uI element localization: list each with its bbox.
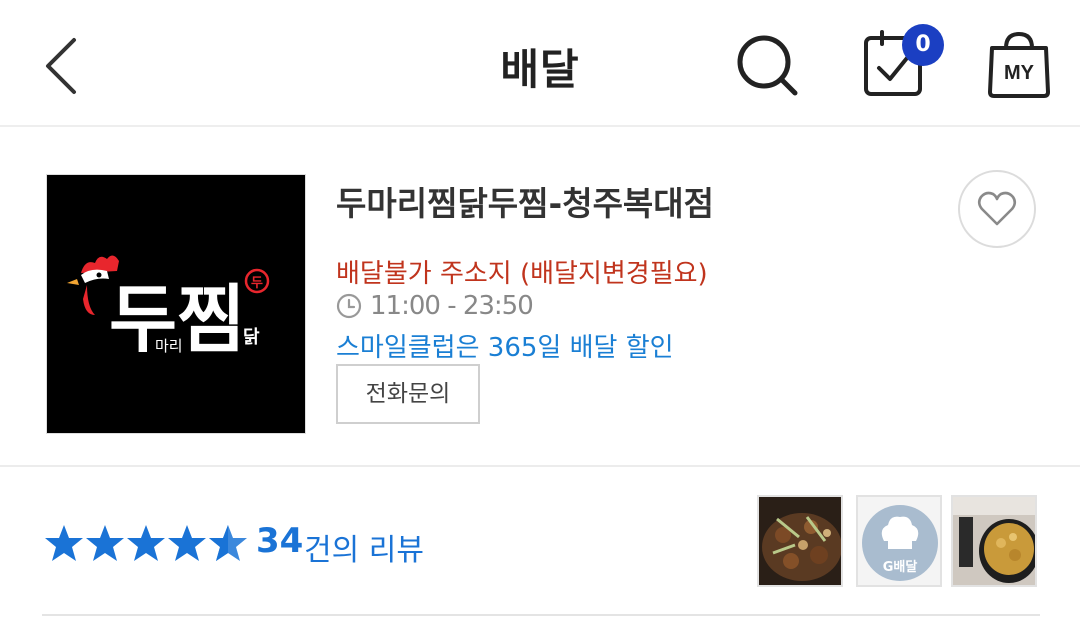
hours-row: 11:00 - 23:50	[336, 290, 534, 322]
store-info-card: 두찜 마리 닭 두 두마리찜닭두찜-청주복대점 배달불가 주소지 (배달지변경필…	[0, 127, 1080, 467]
smile-club-promo-link[interactable]: 스마일클럽은 365일 배달 할인	[336, 327, 674, 364]
heart-icon	[977, 191, 1017, 226]
review-thumbnail[interactable]	[951, 495, 1037, 587]
store-name: 두마리찜닭두찜-청주복대점	[336, 184, 715, 223]
clock-icon	[336, 293, 362, 319]
review-count[interactable]: 34	[256, 521, 303, 561]
star-icon-full	[127, 525, 165, 561]
placeholder-label: G배달	[883, 559, 918, 575]
call-inquiry-button[interactable]: 전화문의	[336, 364, 480, 424]
favorite-button[interactable]	[958, 170, 1036, 248]
star-icon-full	[45, 525, 83, 561]
divider	[42, 614, 1040, 616]
my-label: MY	[1004, 62, 1035, 84]
logo-sub-text-1: 마리	[155, 337, 183, 355]
logo-stamp-text: 두	[251, 276, 263, 291]
top-nav-bar: 배달 0 MY	[0, 0, 1080, 127]
review-thumbnail[interactable]	[757, 495, 843, 587]
cart-count-badge: 0	[902, 24, 944, 66]
search-icon[interactable]	[734, 32, 800, 98]
star-icon-full	[168, 525, 206, 561]
logo-sub-text-2: 닭	[243, 327, 260, 348]
delivery-warning: 배달불가 주소지 (배달지변경필요)	[336, 259, 708, 289]
my-page-icon[interactable]: MY	[984, 30, 1054, 100]
review-thumbnail-placeholder[interactable]: G배달	[856, 495, 942, 587]
star-icon-full	[86, 525, 124, 561]
review-count-suffix[interactable]: 건의 리뷰	[304, 525, 424, 569]
review-summary[interactable]: 34 건의 리뷰 G배달	[0, 467, 1080, 635]
business-hours: 11:00 - 23:50	[370, 291, 534, 321]
star-rating	[44, 523, 249, 563]
store-logo: 두찜 마리 닭 두	[46, 174, 306, 434]
star-icon-half	[209, 525, 247, 561]
